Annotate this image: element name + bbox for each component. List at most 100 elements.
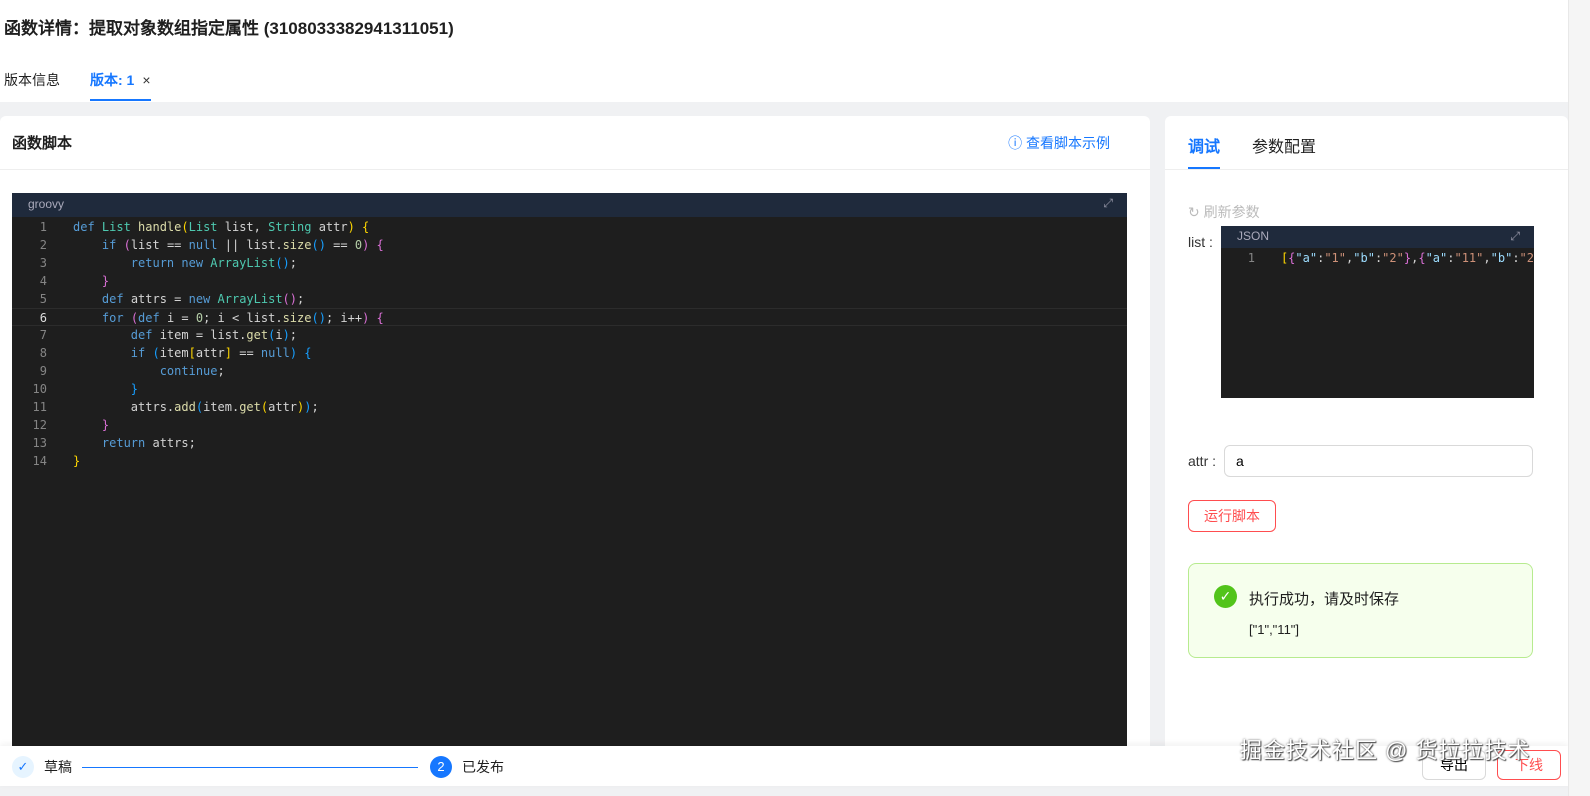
code-token: ; i++ xyxy=(325,311,363,325)
code-token: List xyxy=(188,220,225,234)
code-token: attrs; xyxy=(152,436,196,450)
code-token: ) { xyxy=(362,311,384,325)
code-token: "a" xyxy=(1295,251,1318,265)
code-line[interactable]: 14} xyxy=(12,452,1127,470)
code-token: } xyxy=(130,382,139,396)
step-label: 已发布 xyxy=(462,759,504,775)
code-token: "a" xyxy=(1425,251,1448,265)
code-token: ) xyxy=(282,328,290,342)
code-token: : xyxy=(1512,251,1520,265)
expand-icon[interactable]: ⤢ xyxy=(1510,229,1520,244)
tab-param-config[interactable]: 参数配置 xyxy=(1252,116,1316,169)
json-editor[interactable]: JSON ⤢ 1 [{"a":"1","b":"2"},{"a":"11","b":… xyxy=(1221,226,1534,398)
language-label: JSON xyxy=(1237,229,1270,243)
code-editor[interactable]: groovy ⤢ 1 def List handle(List list, Stri… xyxy=(12,193,1127,763)
code-line[interactable]: 2 if (list == null || list.size() == 0) … xyxy=(12,236,1127,254)
view-example-link[interactable]: ⓘ 查看脚本示例 xyxy=(1008,133,1110,153)
step-draft: ✓ 草稿 xyxy=(12,756,72,778)
code-token: ] xyxy=(224,346,232,360)
line-number: 3 xyxy=(39,256,47,270)
run-script-button[interactable]: 运行脚本 xyxy=(1188,500,1276,532)
code-token: get xyxy=(239,400,261,414)
code-token: String xyxy=(268,220,319,234)
line-number: 14 xyxy=(32,454,47,468)
code-token: add xyxy=(174,400,196,414)
code-token: () xyxy=(282,292,297,306)
code-token: 0 xyxy=(354,238,363,252)
code-token: i = xyxy=(166,311,196,325)
code-line[interactable]: 11 attrs.add(item.get(attr)); xyxy=(12,398,1127,416)
code-token: ( xyxy=(130,311,139,325)
code-line[interactable]: 4 } xyxy=(12,272,1127,290)
page-scrollbar[interactable] xyxy=(1568,0,1590,796)
line-number: 11 xyxy=(32,400,47,414)
code-token: if xyxy=(130,346,153,360)
code-line[interactable]: 10 } xyxy=(12,380,1127,398)
line-number: 4 xyxy=(39,274,47,288)
code-token: for xyxy=(101,311,131,325)
debug-panel: 调试 参数配置 ↻ 刷新参数 list : JSON ⤢ 1 [{"a":"1","… xyxy=(1165,116,1568,756)
code-token: List xyxy=(101,220,139,234)
step-number: 2 xyxy=(430,756,452,778)
code-token: ( xyxy=(152,346,160,360)
tab-debug[interactable]: 调试 xyxy=(1188,116,1221,169)
code-token: return xyxy=(101,436,153,450)
code-line[interactable]: 8 if (item[attr] == null) { xyxy=(12,344,1127,362)
code-token: ; xyxy=(289,328,298,342)
success-alert: ✓ 执行成功，请及时保存 ["1","11"] xyxy=(1188,563,1533,658)
refresh-params-button[interactable]: ↻ 刷新参数 xyxy=(1188,202,1260,222)
code-token: list, xyxy=(224,220,269,234)
code-token: attr xyxy=(318,220,348,234)
line-number: 7 xyxy=(39,328,47,342)
code-line[interactable]: 13 return attrs; xyxy=(12,434,1127,452)
code-token: ; xyxy=(311,400,319,414)
page-title: 函数详情：提取对象数组指定属性 (3108033382941311051) xyxy=(4,19,454,38)
expand-icon[interactable]: ⤢ xyxy=(1103,196,1113,211)
code-token: item xyxy=(159,346,189,360)
code-token: attrs = xyxy=(130,292,189,306)
step-label: 草稿 xyxy=(44,759,72,775)
code-token: () xyxy=(311,238,326,252)
code-token: ( xyxy=(181,220,189,234)
code-token: == xyxy=(325,238,355,252)
code-line[interactable]: 6 for (def i = 0; i < list.size(); i++) … xyxy=(12,308,1127,326)
code-token: () xyxy=(275,256,290,270)
code-token: () xyxy=(311,311,326,325)
code-line[interactable]: 5 def attrs = new ArrayList(); xyxy=(12,290,1127,308)
code-line[interactable]: 1 def List handle(List list, String attr)… xyxy=(12,218,1127,236)
code-token: "1" xyxy=(1324,251,1347,265)
panel-title: 函数脚本 xyxy=(12,135,73,152)
link-label: 查看脚本示例 xyxy=(1026,134,1110,151)
refresh-label: 刷新参数 xyxy=(1203,204,1260,220)
code-token: "2" xyxy=(1382,251,1404,265)
line-number: 6 xyxy=(39,311,47,325)
code-token: ( xyxy=(123,238,131,252)
attr-input[interactable] xyxy=(1224,445,1533,477)
code-line[interactable]: 9 continue; xyxy=(12,362,1127,380)
code-token: ; xyxy=(297,292,305,306)
code-line[interactable]: 7 def item = list.get(i); xyxy=(12,326,1127,344)
list-label: list : xyxy=(1188,234,1213,250)
line-number: 1 xyxy=(39,220,47,234)
check-circle-icon: ✓ xyxy=(1214,585,1237,608)
code-token: ArrayList xyxy=(210,256,276,270)
code-line[interactable]: 3 return new ArrayList(); xyxy=(12,254,1127,272)
line-number: 12 xyxy=(32,418,47,432)
code-token: continue xyxy=(159,364,218,378)
code-lines[interactable]: 1 def List handle(List list, String attr)… xyxy=(12,217,1127,470)
json-line[interactable]: [{"a":"1","b":"2"},{"a":"11","b":"2 xyxy=(1255,249,1534,267)
script-panel: 函数脚本 ⓘ 查看脚本示例 groovy ⤢ 1 def List handle(L… xyxy=(0,116,1150,763)
code-token: 0 xyxy=(195,311,204,325)
close-icon[interactable]: × xyxy=(142,72,150,88)
code-token: ; xyxy=(289,256,297,270)
code-line[interactable]: 12 } xyxy=(12,416,1127,434)
alert-output: ["1","11"] xyxy=(1249,622,1300,637)
tab-version-1[interactable]: 版本: 1 × xyxy=(90,70,151,101)
code-token: item = list. xyxy=(159,328,247,342)
tab-version-info[interactable]: 版本信息 xyxy=(4,70,60,101)
code-token: null xyxy=(260,346,290,360)
